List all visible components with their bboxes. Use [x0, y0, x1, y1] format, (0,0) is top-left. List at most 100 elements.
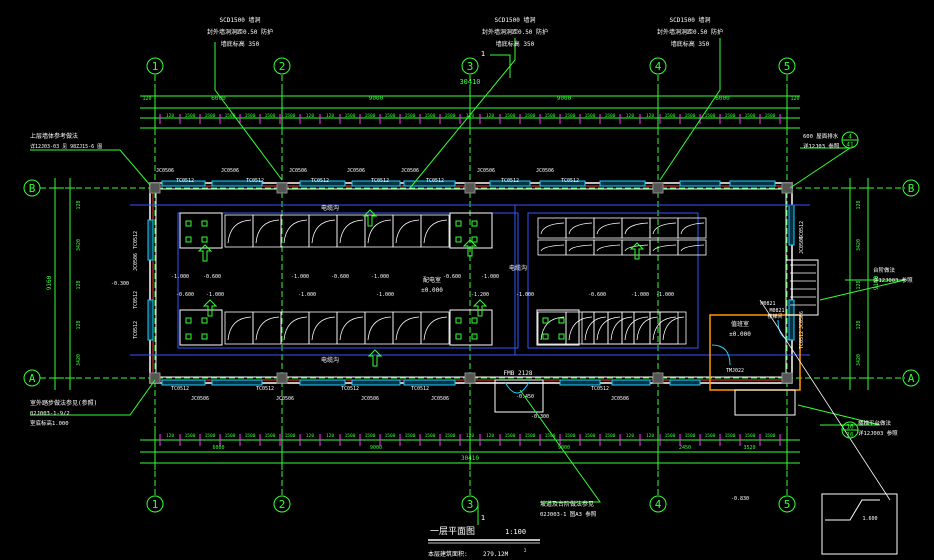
cabinet-arc [255, 316, 280, 341]
cabinet-arc [423, 316, 448, 341]
cabinet-arc [339, 316, 364, 341]
dim-tick-label: 1500 [665, 433, 676, 439]
dim-tick-label: 120 [466, 433, 474, 439]
dim-tick-label: 1500 [525, 113, 536, 119]
flow-arrow-icon [362, 209, 378, 227]
top-note-line3: 墙底标高 350 [671, 40, 710, 48]
dim-tick-label: 120 [646, 433, 654, 439]
note-leader-left-bottom [30, 379, 156, 416]
cabinet-arc [540, 244, 565, 252]
window-type-top: JC0506 [536, 168, 554, 174]
note-bottom-center-1: 坡道及台阶做法参见 [540, 500, 594, 508]
level-top-row: -0.600 [331, 274, 349, 280]
note-leader-left-top [30, 149, 151, 186]
column [464, 372, 476, 384]
inset-level: 1.600 [862, 516, 877, 522]
column [149, 182, 161, 194]
dim-left-sub-label: 3420 [76, 239, 82, 251]
dim-left-sub-label: 128 [76, 320, 82, 329]
note-bottom-center-2: 02J003-1 图A3 参照 [540, 510, 597, 518]
detail-num: 16 [846, 424, 854, 431]
switchgear-cabinet [621, 239, 651, 256]
bushing [201, 317, 208, 324]
window-type-bottom: TC0512 [591, 386, 609, 392]
level-top-row: -0.600 [443, 274, 461, 280]
dim-tick-label: 1500 [425, 433, 436, 439]
window-type-right: JC0506 [799, 236, 805, 254]
bushing [201, 236, 208, 243]
window-type-right: TC0512 [799, 331, 805, 349]
dim-tick-label: 120 [326, 113, 334, 119]
stair-landing [734, 389, 796, 416]
switchgear-cabinet [537, 217, 567, 239]
cad-drawing-canvas[interactable]: { "colors": { "background": "#000000", "… [0, 0, 934, 560]
dim-tick-label: 120 [166, 433, 174, 439]
note-left-top-1: 上层墙体参考做法 [30, 132, 78, 140]
window-top [599, 180, 646, 187]
cable-trench-left [177, 212, 519, 349]
window-bottom [611, 379, 651, 386]
cabinet-arc [568, 222, 593, 235]
top-note-line3: 墙底标高 350 [496, 40, 535, 48]
dim-bay-bottom: 3520 [743, 445, 755, 451]
cabinet-arc [339, 219, 364, 244]
dim-bay-top: 6000 [715, 95, 730, 102]
cabinet-arc [596, 316, 621, 341]
dim-tick-label: 1500 [565, 113, 576, 119]
cabinet-arc [652, 244, 677, 252]
cabinet-arc [540, 222, 565, 235]
dim-right-sub-label: 128 [856, 280, 862, 289]
door-main-label: FMB 2128 [504, 370, 533, 377]
window-right [788, 299, 795, 341]
note-right-mid-2: 详12J003 参照 [873, 276, 913, 284]
dim-tick-label: 1500 [445, 113, 456, 119]
level-mid-row: -0.600 [176, 292, 194, 298]
cabinet-arc [662, 316, 685, 341]
flow-arrow-icon [202, 299, 218, 317]
dim-tick-label: 1500 [585, 113, 596, 119]
level-outdoor: -0.300 [531, 414, 549, 420]
dim-tick-label: 1500 [545, 113, 556, 119]
dim-bay-top: 9000 [557, 95, 572, 102]
window-type-bottom: TC0512 [256, 386, 274, 392]
dimension-lines [50, 90, 873, 470]
cabinet-arc [652, 222, 677, 235]
top-note-line1: SCD1500 墙洞 [670, 16, 711, 24]
cabinet-arc [395, 316, 420, 341]
switchgear-cabinet [537, 239, 567, 256]
dim-tick-label: 1500 [205, 113, 216, 119]
switchgear-cabinet [677, 217, 707, 239]
cabinet-arc [584, 316, 607, 341]
bushing [558, 317, 565, 324]
dim-tick-label: 1500 [525, 433, 536, 439]
column [652, 182, 664, 194]
column [781, 372, 793, 384]
room-office: 值班室 [731, 320, 749, 328]
window-type-bottom: JC0506 [361, 396, 379, 402]
dim-tick-label: 1500 [345, 113, 356, 119]
window-right [788, 204, 795, 246]
note-right-top-1: 600 屋面排水 [803, 132, 839, 140]
room-center-level: ±0.000 [421, 287, 443, 294]
window-type-top: TC0512 [246, 178, 264, 184]
note-right-bottom-2: 详12J003 参照 [858, 429, 898, 437]
interior-wall-line [155, 188, 787, 378]
bushing [185, 333, 192, 340]
axis-label-right: B [908, 182, 915, 195]
window-type-top: TC0512 [426, 178, 444, 184]
door-office-label: TMJ022 [726, 368, 744, 374]
cabinet-arc [624, 316, 649, 341]
switchgear-cabinet [593, 217, 623, 239]
axis-label-top: 4 [655, 60, 662, 73]
window-type-bottom: JC0506 [276, 396, 294, 402]
dim-edge-left: 120 [142, 96, 151, 102]
dim-tick-label: 1500 [505, 433, 516, 439]
note-right-top-2: 详12J03 参照 [803, 142, 840, 150]
inset-leader [759, 299, 891, 501]
text-labels: 304106000 9000 9000 6000120 120120 1500 1500 15… [29, 16, 915, 558]
column [464, 182, 476, 194]
window-left [147, 219, 154, 261]
dim-tick-label: 1500 [585, 433, 596, 439]
top-note-line2: 封外墙洞洞距0.50 防护 [482, 28, 548, 36]
switchgear-cabinet [649, 217, 679, 239]
